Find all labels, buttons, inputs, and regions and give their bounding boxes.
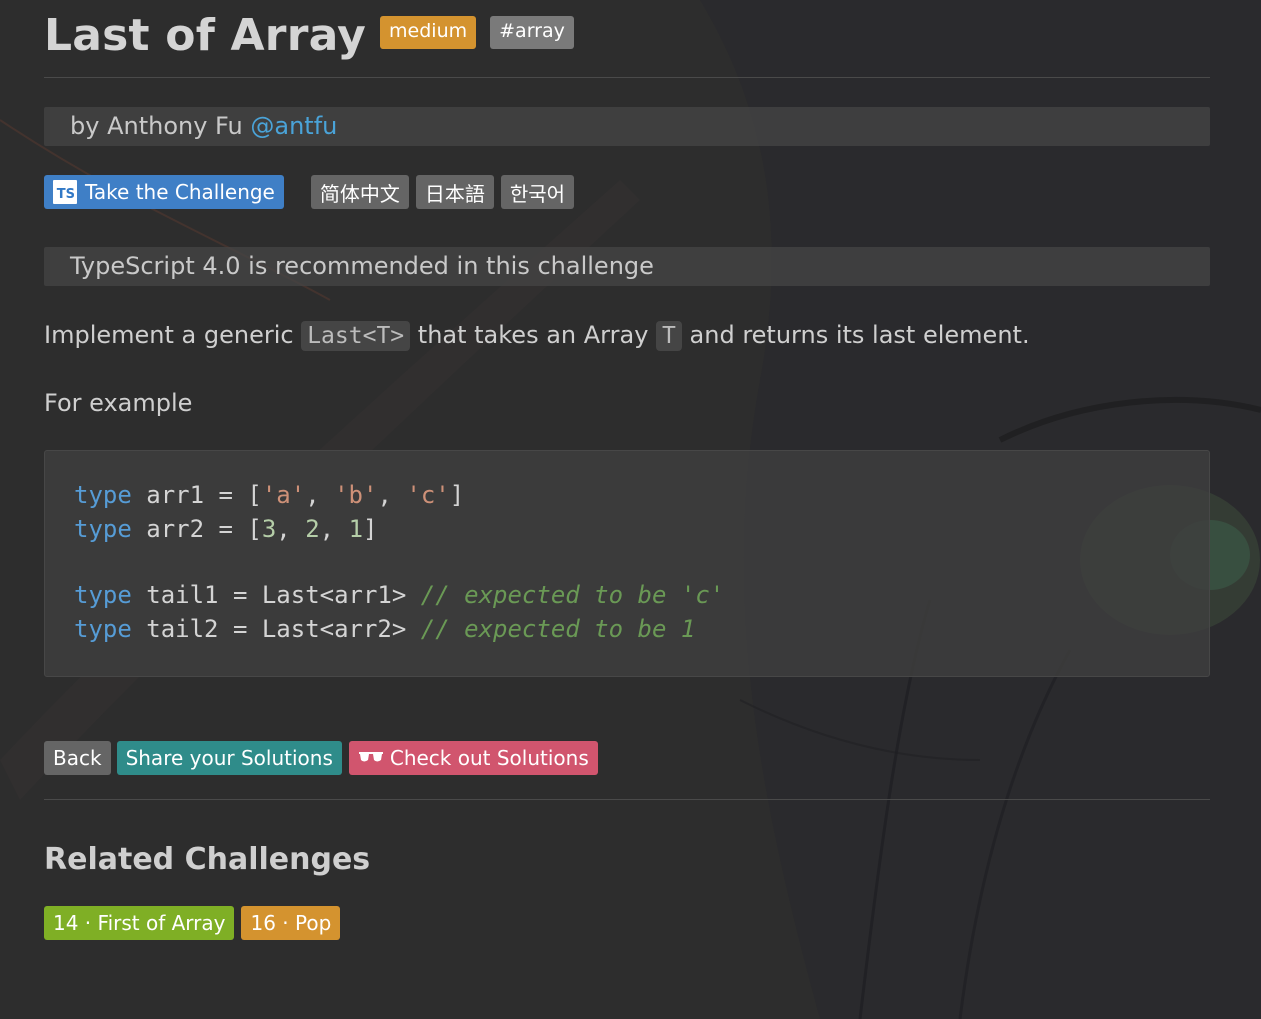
take-challenge-label: Take the Challenge <box>85 180 275 204</box>
challenge-button-row: TS Take the Challenge 简体中文 日本語 한국어 <box>44 175 1210 209</box>
code-line-4: type tail2 = Last<arr2> // expected to b… <box>74 614 696 643</box>
back-button[interactable]: Back <box>44 741 111 775</box>
description-text-3: and returns its last element. <box>689 321 1030 349</box>
section-divider <box>44 799 1210 800</box>
inline-code-last-t: Last<T> <box>301 321 411 351</box>
typescript-icon: TS <box>53 180 77 204</box>
author-quote: by Anthony Fu @antfu <box>44 107 1210 146</box>
related-challenges-heading: Related Challenges <box>44 842 371 877</box>
inline-code-t: T <box>656 321 682 351</box>
difficulty-badge[interactable]: medium <box>380 16 477 49</box>
example-label: For example <box>44 389 193 417</box>
code-line-1: type arr1 = ['a', 'b', 'c'] <box>74 481 465 509</box>
related-challenge-pop[interactable]: 16 · Pop <box>241 906 341 940</box>
share-solutions-button[interactable]: Share your Solutions <box>116 741 342 775</box>
code-line-3: type tail1 = Last<arr1> // expected to b… <box>74 581 725 609</box>
action-button-row: Back Share your Solutions Check out Solu… <box>44 741 1210 775</box>
code-block: type arr1 = ['a', 'b', 'c'] type arr2 = [… <box>44 450 1210 677</box>
related-challenge-first-of-array[interactable]: 14 · First of Array <box>44 906 235 940</box>
description-text-1: Implement a generic <box>44 321 294 349</box>
author-name: by Anthony Fu <box>70 112 243 140</box>
author-handle-link[interactable]: @antfu <box>250 112 337 140</box>
check-solutions-button[interactable]: Check out Solutions <box>348 741 598 775</box>
check-solutions-label: Check out Solutions <box>389 746 589 770</box>
version-note: TypeScript 4.0 is recommended in this ch… <box>44 247 1210 286</box>
description-text-2: that takes an Array <box>417 321 649 349</box>
language-button-zh[interactable]: 简体中文 <box>310 175 409 209</box>
page-title: Last of Array <box>44 9 367 61</box>
tag-badge[interactable]: #array <box>490 16 574 49</box>
code-line-2: type arr2 = [3, 2, 1] <box>74 514 378 543</box>
description: Implement a generic Last<T> that takes a… <box>44 319 1210 352</box>
title-row: Last of Array medium #array <box>44 0 1210 78</box>
related-challenges-list: 14 · First of Array 16 · Pop <box>44 906 1210 940</box>
language-button-ja[interactable]: 日本語 <box>415 175 494 209</box>
glasses-icon <box>358 749 384 768</box>
challenge-page: Last of Array medium #array by Anthony F… <box>44 0 1210 940</box>
language-button-ko[interactable]: 한국어 <box>500 175 575 209</box>
take-challenge-button[interactable]: TS Take the Challenge <box>44 175 284 209</box>
